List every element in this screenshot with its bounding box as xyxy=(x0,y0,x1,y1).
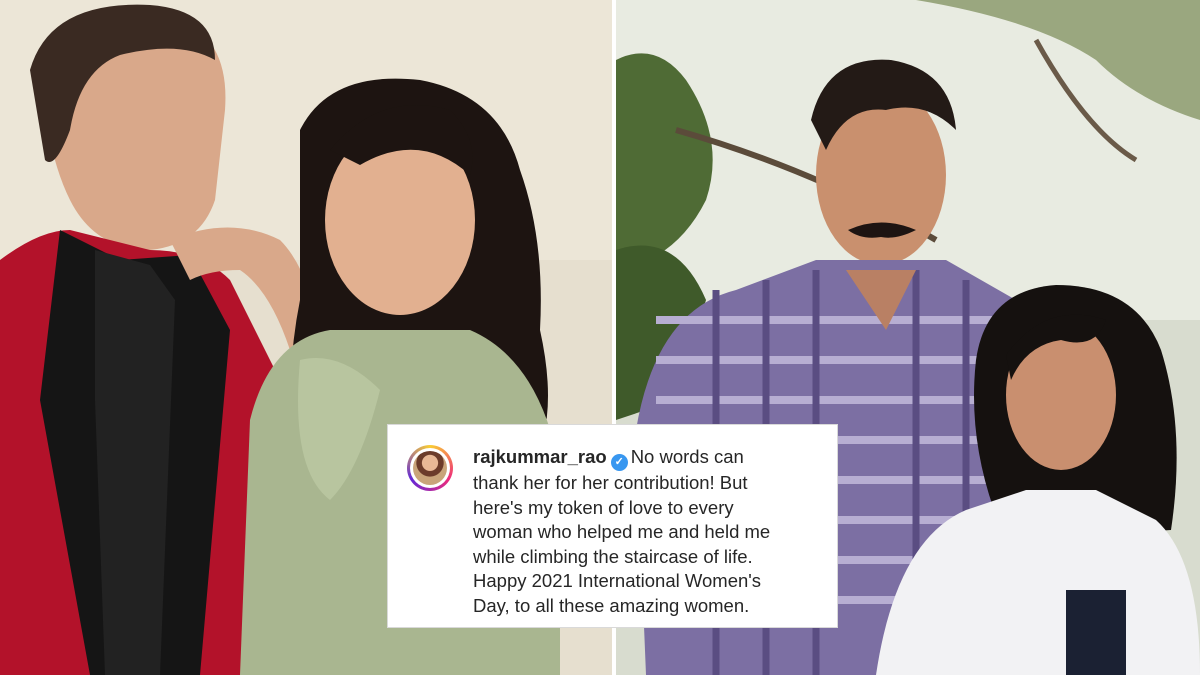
instagram-caption-card: rajkummar_rao ✓ No words can thank her for… xyxy=(387,424,838,628)
username-link[interactable]: rajkummar_rao xyxy=(473,446,607,467)
verified-badge-icon: ✓ xyxy=(610,454,628,471)
caption-body: No words can thank her for her contribut… xyxy=(473,446,771,616)
caption-text: rajkummar_rao ✓ No words can thank her for… xyxy=(473,445,823,619)
profile-avatar[interactable] xyxy=(407,445,453,491)
